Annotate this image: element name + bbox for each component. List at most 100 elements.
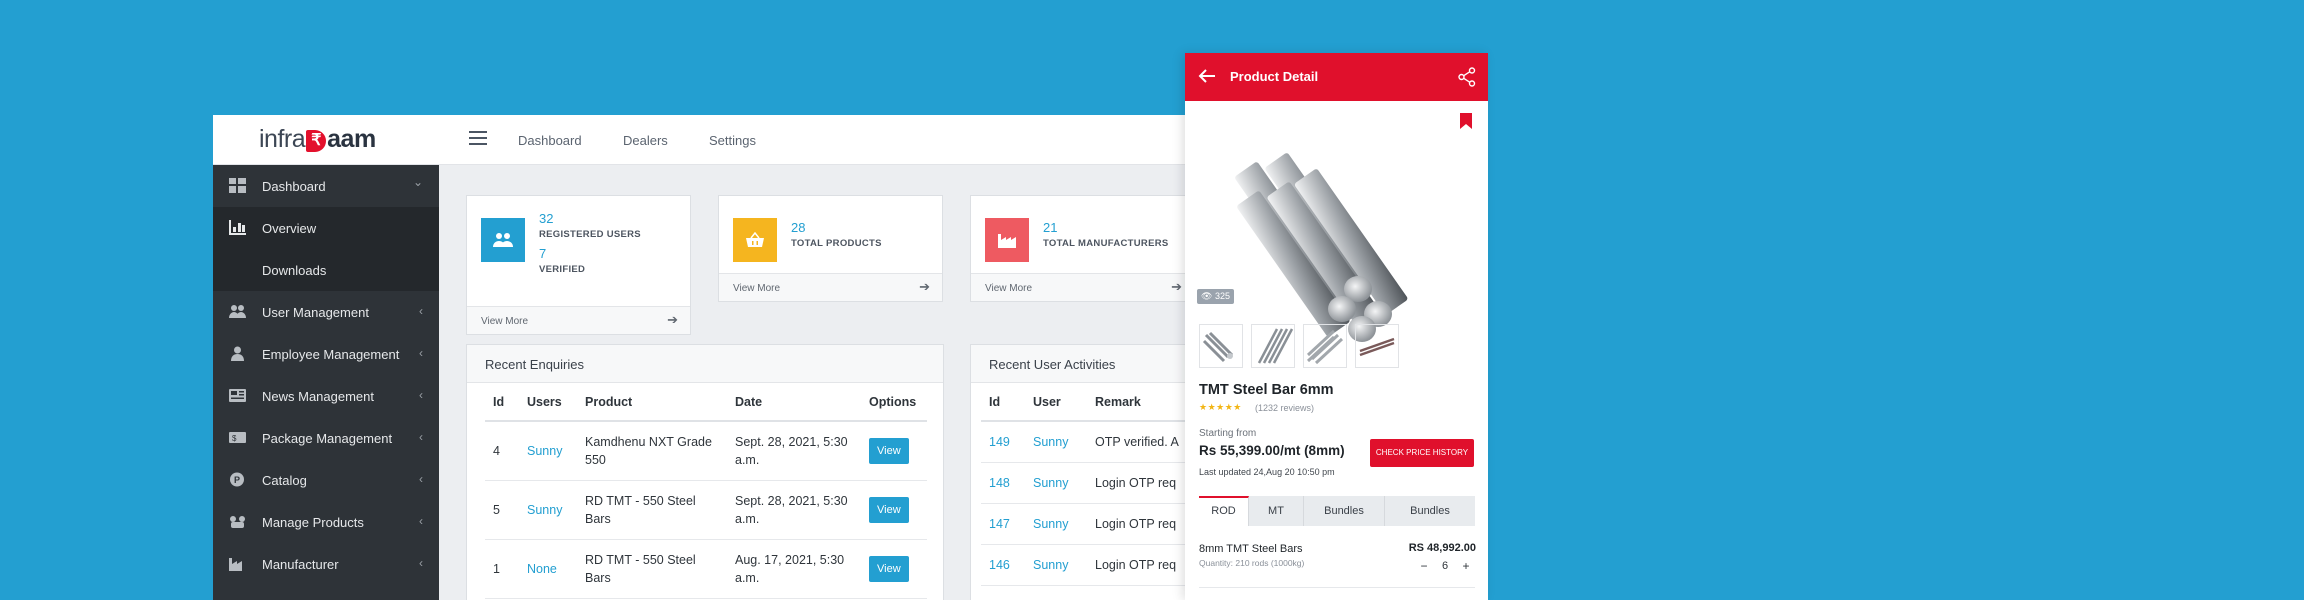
sidebar-item-downloads[interactable]: Downloads [213, 249, 439, 291]
tab-rod[interactable]: ROD [1199, 496, 1249, 526]
table-row: 1 None RD TMT - 550 Steel Bars Aug. 17, … [485, 539, 927, 599]
sidebar-item-overview[interactable]: Overview [213, 207, 439, 249]
tab-bundles[interactable]: Bundles [1304, 496, 1385, 526]
product-thumbnail[interactable] [1199, 324, 1243, 368]
sidebar-item-label: Dashboard [262, 179, 326, 194]
newspaper-icon [229, 389, 246, 402]
product-detail-screen: Product Detail 👁 325 TMT Steel Bar 6mm ★… [1185, 53, 1488, 600]
cell-product: Kamdhenu NXT Grade 550 [577, 421, 727, 481]
view-button[interactable]: View [869, 555, 909, 582]
view-button[interactable]: View [869, 496, 909, 523]
recent-enquiries-title: Recent Enquiries [467, 345, 943, 383]
table-row: 149 Sunny OTP verified. A [981, 421, 1213, 463]
sidebar-item-user-management[interactable]: User Management ‹ [213, 291, 439, 333]
view-more-link[interactable]: View More ➔ [719, 273, 942, 301]
bookmark-icon[interactable] [1460, 113, 1472, 129]
stat-card-products: 28 TOTAL PRODUCTS View More ➔ [718, 195, 943, 302]
column-header: Options [861, 383, 927, 422]
logo-text-left: infra [259, 125, 306, 153]
sidebar-item-label: Catalog [262, 473, 307, 488]
stat-card-users: 32 REGISTERED USERS 7 VERIFIED View More… [466, 195, 691, 335]
product-detail-header: Product Detail [1185, 53, 1488, 101]
product-thumbnail[interactable] [1355, 324, 1399, 368]
chevron-left-icon: ‹ [419, 430, 423, 444]
sidebar-item-manage-products[interactable]: Manage Products ‹ [213, 501, 439, 543]
cell-date: Sept. 28, 2021, 5:30 a.m. [727, 421, 861, 481]
sidebar-item-catalog[interactable]: P Catalog ‹ [213, 459, 439, 501]
activity-id-link[interactable]: 149 [981, 421, 1025, 463]
cell-id: 5 [485, 480, 519, 540]
arrow-right-icon: ➔ [919, 279, 930, 294]
product-thumbnail[interactable] [1251, 324, 1295, 368]
view-button[interactable]: View [869, 437, 909, 464]
sidebar-item-label: Manufacturer [262, 557, 339, 572]
nav-settings[interactable]: Settings [709, 133, 756, 148]
user-link[interactable]: Sunny [1025, 421, 1087, 463]
admin-dashboard-window: infra ₹ aam Dashboard Dealers Settings Das… [213, 115, 1213, 600]
nav-dashboard[interactable]: Dashboard [518, 133, 582, 148]
products-icon [230, 516, 245, 528]
sidebar-item-label: Package Management [262, 431, 393, 446]
sidebar-item-manufacturer[interactable]: Manufacturer ‹ [213, 543, 439, 585]
logo[interactable]: infra ₹ aam [259, 125, 376, 154]
catalog-icon: P [230, 472, 244, 487]
share-icon[interactable] [1458, 67, 1476, 87]
minus-icon[interactable]: − [1415, 559, 1433, 573]
check-price-history-button[interactable]: CHECK PRICE HISTORY [1370, 439, 1474, 467]
view-more-link[interactable]: View More ➔ [971, 273, 1194, 301]
column-header: Users [519, 383, 577, 422]
product-price: Rs 55,399.00/mt (8mm) [1199, 443, 1345, 458]
cell-id: 1 [485, 539, 519, 599]
starting-from-label: Starting from [1199, 428, 1257, 439]
user-link[interactable]: Sunny [519, 421, 577, 481]
back-arrow-icon[interactable] [1197, 66, 1217, 86]
sidebar-item-label: News Management [262, 389, 374, 404]
views-count: 325 [1214, 291, 1230, 301]
sidebar-item-package-management[interactable]: $ Package Management ‹ [213, 417, 439, 459]
hamburger-menu-icon[interactable] [469, 131, 487, 147]
user-link[interactable]: Sunny [1025, 544, 1087, 586]
activity-id-link[interactable]: 148 [981, 462, 1025, 504]
reviews-count[interactable]: (1232 reviews) [1255, 403, 1314, 413]
activities-table: Id User Remark 149 Sunny OTP verified. A… [981, 383, 1213, 586]
sidebar-item-news-management[interactable]: News Management ‹ [213, 375, 439, 417]
quantity-stepper: − 6 + [1415, 557, 1475, 575]
product-thumbnail[interactable] [1303, 324, 1347, 368]
logo-text-right: aam [327, 125, 376, 153]
tab-bundles-2[interactable]: Bundles [1385, 496, 1475, 526]
column-header: Id [981, 383, 1025, 422]
last-updated: Last updated 24,Aug 20 10:50 pm [1199, 467, 1335, 477]
users-icon [229, 305, 246, 318]
chevron-left-icon: ‹ [419, 472, 423, 486]
sidebar-item-label: Employee Management [262, 347, 400, 362]
nav-dealers[interactable]: Dealers [623, 133, 668, 148]
quantity-value[interactable]: 6 [1436, 560, 1454, 572]
activity-id-link[interactable]: 146 [981, 544, 1025, 586]
user-link[interactable]: None [519, 539, 577, 599]
recent-activities-panel: Recent User Activities Id User Remark 14… [970, 344, 1213, 600]
arrow-right-icon: ➔ [1171, 279, 1182, 294]
user-link[interactable]: Sunny [519, 480, 577, 540]
activity-id-link[interactable]: 147 [981, 503, 1025, 545]
chevron-left-icon: ‹ [419, 388, 423, 402]
plus-icon[interactable]: + [1457, 559, 1475, 573]
top-bar: infra ₹ aam Dashboard Dealers Settings [213, 115, 1213, 165]
verified-users-label: VERIFIED [539, 264, 586, 275]
sidebar-item-dashboard[interactable]: Dashboard ⌄ [213, 165, 439, 207]
user-link[interactable]: Sunny [1025, 503, 1087, 545]
total-products-count: 28 [791, 220, 806, 235]
tab-mt[interactable]: MT [1249, 496, 1304, 526]
user-link[interactable]: Sunny [1025, 462, 1087, 504]
views-badge: 👁 325 [1197, 289, 1234, 304]
product-name: TMT Steel Bar 6mm [1199, 382, 1334, 398]
sidebar: Dashboard ⌄ Overview Downloads User Mana… [213, 165, 439, 600]
sidebar-item-employee-management[interactable]: Employee Management ‹ [213, 333, 439, 375]
rupee-icon: ₹ [306, 130, 327, 152]
view-more-link[interactable]: View More ➔ [467, 306, 690, 334]
grid-icon [229, 178, 246, 193]
cell-date: Sept. 28, 2021, 5:30 a.m. [727, 480, 861, 540]
chevron-left-icon: ‹ [419, 556, 423, 570]
view-more-label: View More [985, 283, 1033, 294]
sidebar-item-label: Manage Products [262, 515, 364, 530]
cell-product: RD TMT - 550 Steel Bars [577, 480, 727, 540]
